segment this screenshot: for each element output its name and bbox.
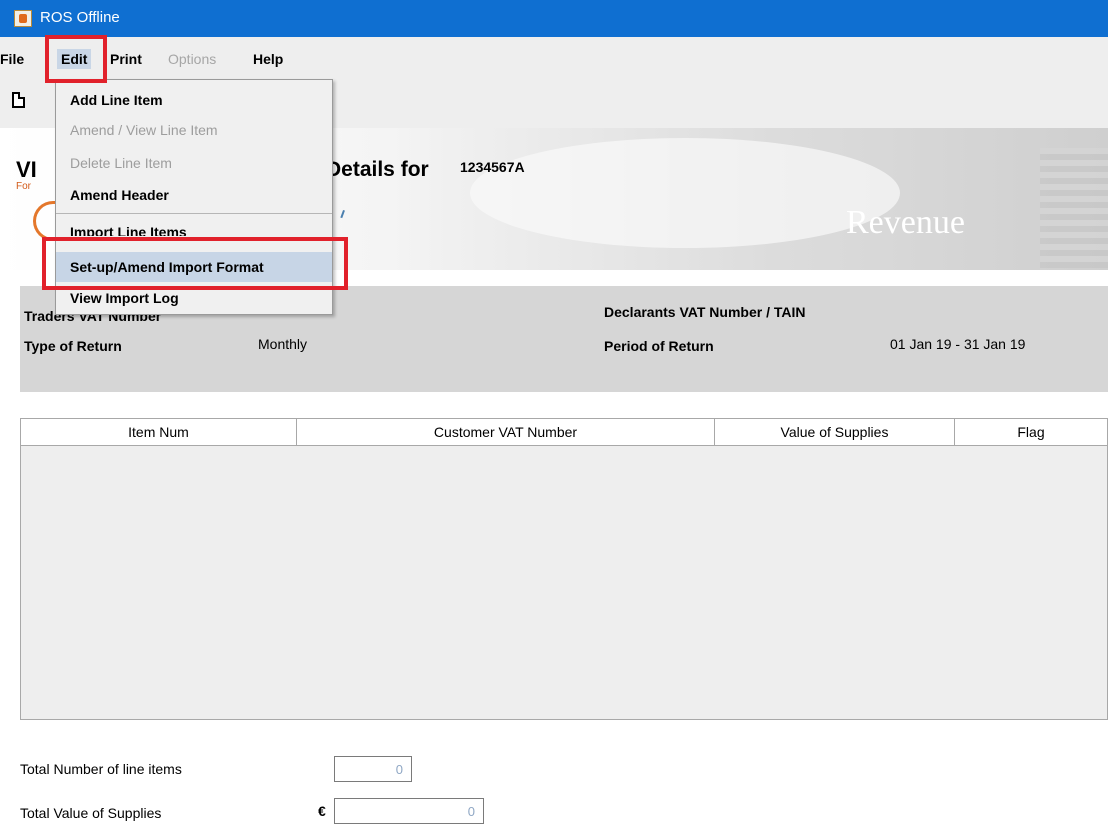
menu-item-delete-line-item[interactable]: Delete Line Item <box>70 155 172 171</box>
banner-swoosh <box>470 138 900 248</box>
tax-registration-number: 1234567A <box>460 159 525 175</box>
menu-item-import-line-items[interactable]: Import Line Items <box>70 224 187 236</box>
menu-item-view-import-log[interactable]: View Import Log <box>70 290 179 306</box>
total-value-field[interactable]: 0 <box>334 798 484 824</box>
total-value-label: Total Value of Supplies <box>20 805 162 821</box>
column-header-customer-vat[interactable]: Customer VAT Number <box>297 419 715 445</box>
import-format-callout <box>42 237 348 290</box>
orange-ring-graphic <box>33 201 57 241</box>
menu-separator <box>56 213 332 214</box>
page-title-prefix: VI <box>16 157 37 182</box>
java-app-icon <box>14 10 32 27</box>
type-of-return-label: Type of Return <box>24 338 122 354</box>
menu-item-add-line-item[interactable]: Add Line Item <box>70 92 163 108</box>
form-label: For <box>16 181 31 192</box>
column-header-item-num[interactable]: Item Num <box>21 419 297 445</box>
revenue-logo: Revenue <box>846 204 965 241</box>
period-of-return-label: Period of Return <box>604 338 714 354</box>
menu-bar: File Edit Print Options Help <box>0 37 1108 74</box>
menu-print[interactable]: Print <box>110 51 142 67</box>
total-line-items-label: Total Number of line items <box>20 761 182 777</box>
menu-help[interactable]: Help <box>253 51 283 67</box>
declarants-vat-label: Declarants VAT Number / TAIN <box>604 304 806 320</box>
column-header-value-of-supplies[interactable]: Value of Supplies <box>715 419 955 445</box>
menu-options[interactable]: Options <box>168 51 216 67</box>
type-of-return-value: Monthly <box>258 336 308 352</box>
column-header-flag[interactable]: Flag <box>955 419 1107 445</box>
euro-symbol: € <box>318 803 326 819</box>
page-title: Details for <box>326 158 429 181</box>
title-bar: ROS Offline <box>0 0 1108 37</box>
menu-item-amend-view-line-item[interactable]: Amend / View Line Item <box>70 122 218 138</box>
period-of-return-value: 01 Jan 19 - 31 Jan 19 <box>890 336 1026 352</box>
total-line-items-field[interactable]: 0 <box>334 756 412 782</box>
window-title: ROS Offline <box>40 9 120 26</box>
line-items-table[interactable]: Item Num Customer VAT Number Value of Su… <box>20 418 1108 720</box>
building-graphic <box>1040 148 1108 268</box>
menu-file[interactable]: File <box>0 51 24 67</box>
menu-item-amend-header[interactable]: Amend Header <box>70 187 169 203</box>
table-header: Item Num Customer VAT Number Value of Su… <box>21 419 1107 446</box>
new-document-icon[interactable] <box>12 92 25 108</box>
edit-menu-callout <box>45 35 107 83</box>
